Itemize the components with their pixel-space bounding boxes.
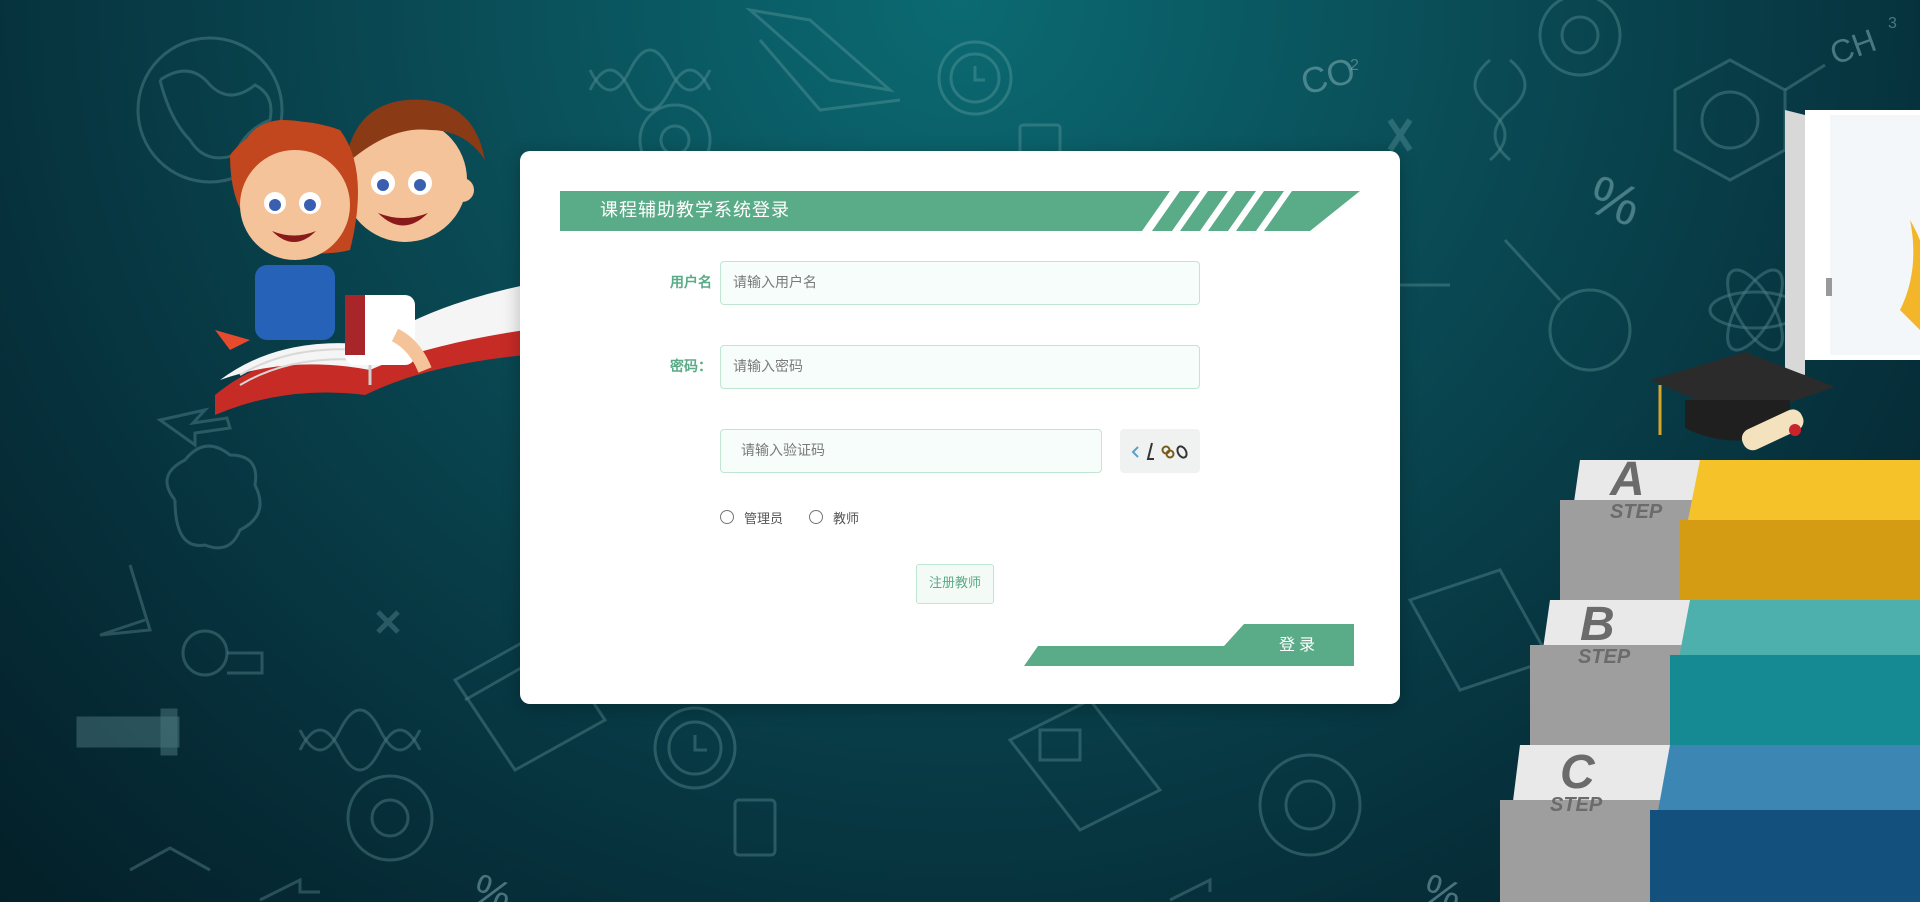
ch3-formula: CH: [1825, 22, 1881, 72]
ch3-subscript: 3: [1888, 15, 1897, 32]
step-a: A STEP: [1560, 453, 1920, 600]
kids-reading-illustration: [215, 99, 525, 415]
role-admin-option[interactable]: 管理员: [720, 508, 783, 527]
step-a-letter: A: [1609, 453, 1645, 506]
register-teacher-button[interactable]: 注册教师: [916, 564, 994, 604]
password-label: 密码：: [670, 359, 712, 375]
door-illustration: [1785, 110, 1920, 375]
password-row: 密码：: [520, 345, 1400, 389]
username-row: 用户名: [520, 261, 1400, 305]
page-title: 课程辅助教学系统登录: [600, 200, 790, 221]
login-card: 课程辅助教学系统登录 用户名 密码： 管理员 教师: [520, 151, 1400, 704]
percent-symbol-2: %: [467, 864, 518, 902]
captcha-row: [520, 429, 1400, 473]
password-input[interactable]: [720, 345, 1200, 389]
login-button-label: 登录: [1278, 635, 1319, 654]
login-button[interactable]: 登录: [1024, 624, 1354, 666]
brain-icon: [165, 444, 262, 550]
graduation-cap-illustration: [1650, 352, 1835, 451]
captcha-glyphs: [1131, 442, 1188, 460]
step-b: B STEP: [1530, 598, 1920, 745]
role-teacher-option[interactable]: 教师: [809, 508, 859, 527]
role-radio-group: 管理员 教师: [720, 505, 885, 529]
step-c-letter: C: [1560, 746, 1596, 799]
login-header: 课程辅助教学系统登录: [560, 191, 1360, 231]
step-b-word: STEP: [1578, 646, 1631, 668]
shape-icon: [129, 846, 211, 872]
step-c-word: STEP: [1550, 794, 1603, 816]
captcha-image[interactable]: [1120, 429, 1200, 473]
step-c: C STEP: [1500, 745, 1920, 902]
role-admin-label: 管理员: [744, 511, 784, 527]
role-teacher-radio[interactable]: [809, 510, 824, 524]
role-admin-radio[interactable]: [720, 510, 734, 524]
microscope-icon: [76, 708, 180, 756]
username-input[interactable]: [720, 261, 1200, 305]
steps-illustration: A STEP B STEP C STEP: [1500, 110, 1920, 902]
username-label: 用户名: [670, 275, 712, 291]
role-teacher-label: 教师: [833, 511, 860, 527]
co2-subscript: 2: [1350, 57, 1359, 74]
captcha-input[interactable]: [720, 429, 1102, 473]
step-a-word: STEP: [1610, 501, 1663, 523]
girl-illustration: [215, 120, 358, 350]
step-b-letter: B: [1580, 598, 1615, 651]
